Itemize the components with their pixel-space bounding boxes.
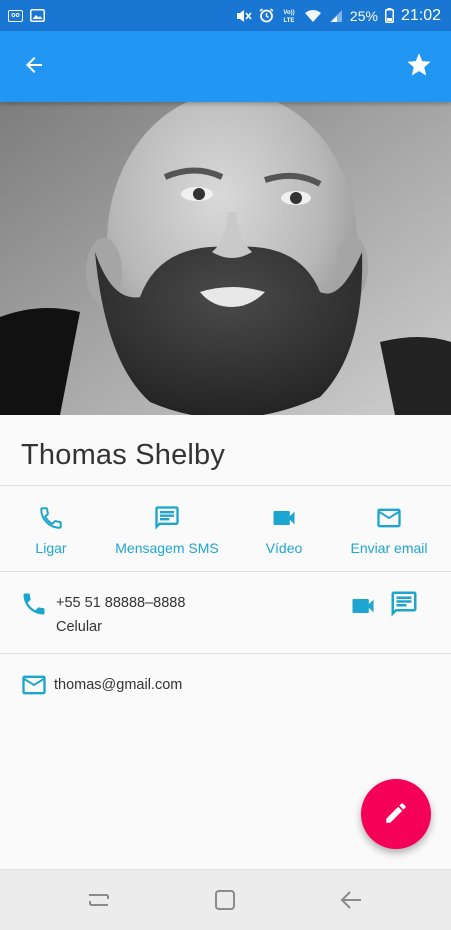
system-back-button[interactable]	[339, 888, 365, 915]
mute-icon	[236, 9, 252, 23]
recent-apps-icon	[86, 894, 112, 915]
contact-photo-illustration	[0, 102, 451, 415]
call-action-label: Ligar	[35, 540, 67, 556]
svg-text:Vo)): Vo))	[283, 10, 294, 16]
videocam-icon[interactable]	[349, 592, 377, 625]
email-icon	[20, 671, 48, 704]
favorite-button[interactable]	[405, 51, 433, 82]
edit-icon	[383, 800, 409, 829]
system-nav-bar	[0, 869, 451, 930]
battery-percent: 25%	[349, 7, 378, 24]
home-icon	[213, 890, 237, 915]
contact-photo	[0, 102, 451, 415]
email-row[interactable]: thomas@gmail.com	[0, 654, 451, 724]
quick-actions: Ligar Mensagem SMS Vídeo Enviar email	[0, 486, 451, 572]
notification-icon: oo	[8, 9, 23, 22]
clock: 21:02	[400, 6, 441, 24]
wifi-icon	[304, 9, 322, 23]
back-button[interactable]	[22, 53, 46, 80]
arrow-back-icon	[22, 53, 46, 80]
signal-icon	[329, 9, 343, 23]
phone-type: Celular	[56, 619, 102, 635]
call-action[interactable]: Ligar	[24, 486, 78, 572]
sms-action[interactable]: Mensagem SMS	[112, 486, 222, 572]
home-button[interactable]	[213, 888, 237, 915]
svg-text:LTE: LTE	[283, 18, 294, 23]
phone-number: +55 51 88888–8888	[56, 595, 186, 611]
alarm-icon	[259, 8, 274, 23]
status-bar: oo Vo)) LTE 25% 21:02	[0, 0, 451, 31]
recent-apps-button[interactable]	[86, 888, 112, 915]
email-action[interactable]: Enviar email	[346, 486, 432, 572]
status-left: oo	[8, 9, 45, 22]
message-icon[interactable]	[389, 589, 419, 624]
phone-icon	[38, 503, 64, 533]
image-icon	[30, 9, 45, 22]
volte-icon: Vo)) LTE	[281, 8, 297, 23]
contact-name: Thomas Shelby	[21, 439, 226, 471]
back-icon	[339, 891, 365, 915]
edit-contact-button[interactable]	[361, 779, 431, 849]
star-icon	[405, 51, 433, 82]
email-icon	[375, 503, 403, 533]
message-icon	[153, 503, 181, 533]
email-address: thomas@gmail.com	[54, 677, 183, 693]
video-action-label: Vídeo	[265, 540, 303, 556]
app-bar	[0, 31, 451, 102]
sms-action-label: Mensagem SMS	[115, 540, 219, 556]
videocam-icon	[270, 503, 298, 533]
phone-row[interactable]: +55 51 88888–8888 Celular	[0, 572, 451, 654]
status-right: Vo)) LTE 25% 21:02	[236, 7, 441, 25]
phone-icon	[20, 590, 48, 623]
contact-name-section: Thomas Shelby	[0, 415, 451, 486]
video-action[interactable]: Vídeo	[258, 486, 310, 572]
battery-icon	[384, 8, 394, 23]
email-action-label: Enviar email	[350, 540, 428, 556]
